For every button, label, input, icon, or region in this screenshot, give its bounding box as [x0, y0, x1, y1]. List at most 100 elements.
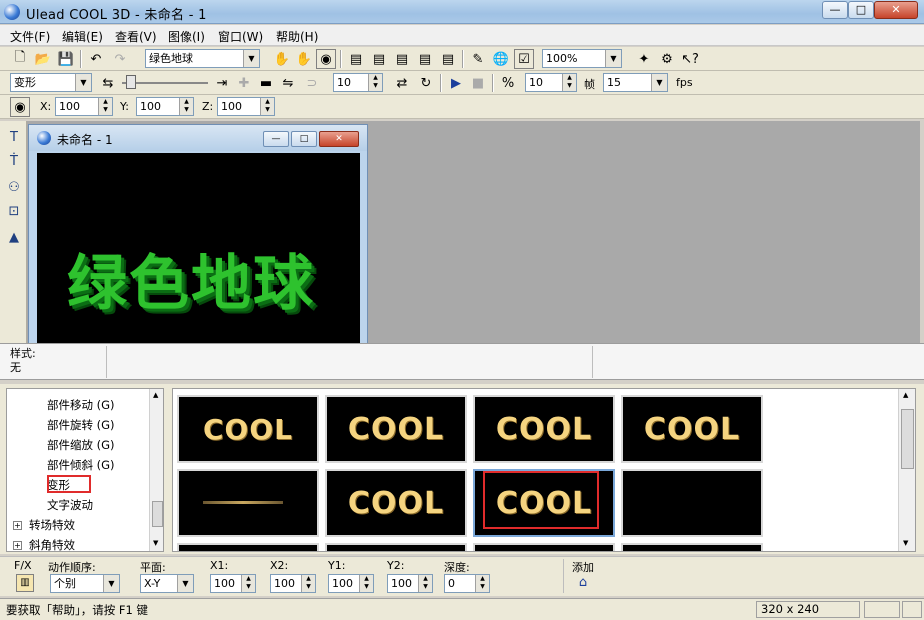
- insert-object-icon[interactable]: ⚇: [4, 177, 24, 197]
- zoom-combo[interactable]: 100% ▼: [542, 49, 622, 68]
- refresh-icon[interactable]: ↻: [416, 73, 436, 93]
- spin-buttons[interactable]: ▲ ▼: [359, 575, 373, 592]
- gallery-thumb[interactable]: [473, 543, 615, 551]
- maximize-button[interactable]: □: [848, 1, 874, 19]
- frame-input[interactable]: 10 ▲ ▼: [333, 73, 383, 92]
- repeat-icon[interactable]: ⇄: [392, 73, 412, 93]
- tree-root-bevel[interactable]: 斜角特效: [29, 537, 75, 551]
- canvas-3d-text[interactable]: 绿色地球: [67, 235, 315, 322]
- render-canvas[interactable]: 绿色地球: [37, 153, 360, 347]
- expand-icon[interactable]: +: [13, 541, 22, 550]
- gallery-thumb[interactable]: COOL: [473, 395, 615, 463]
- rotate-hand-icon[interactable]: ✋: [294, 49, 314, 69]
- gallery-scrollbar[interactable]: ▲ ▼: [898, 389, 915, 551]
- check-box-icon[interactable]: ☑: [514, 49, 534, 69]
- spin-buttons[interactable]: ▲ ▼: [475, 575, 489, 592]
- document-close-button[interactable]: ✕: [319, 131, 359, 147]
- menu-window[interactable]: 窗口(W): [218, 28, 263, 45]
- depth-input[interactable]: 0 ▲ ▼: [444, 574, 490, 593]
- gallery-scroll-thumb[interactable]: [901, 409, 914, 469]
- tree-item-part-rotate[interactable]: 部件旋转 (G): [47, 417, 115, 433]
- gallery-thumb[interactable]: COOL: [325, 469, 467, 537]
- layer-3-icon[interactable]: ▤: [392, 49, 412, 69]
- timeline-slider[interactable]: [122, 75, 208, 91]
- tree-item-text-wave[interactable]: 文字波动: [47, 497, 93, 513]
- fps-combo[interactable]: 15 ▼: [603, 73, 668, 92]
- document-title-bar[interactable]: 未命名 - 1 — □ ✕: [29, 125, 367, 151]
- spin-buttons[interactable]: ▲ ▼: [241, 575, 255, 592]
- tree-item-part-scale[interactable]: 部件缩放 (G): [47, 437, 115, 453]
- loop-icon[interactable]: ⊃: [302, 73, 322, 93]
- x-input[interactable]: 100 ▲ ▼: [55, 97, 113, 116]
- keyframe-arrows-icon[interactable]: ⇆: [98, 73, 118, 93]
- scroll-down-icon[interactable]: ▼: [903, 539, 908, 547]
- spin-buttons[interactable]: ▲ ▼: [301, 575, 315, 592]
- library-icon[interactable]: ⚙: [657, 49, 677, 69]
- target-icon[interactable]: ◉: [316, 49, 336, 69]
- layer-5-icon[interactable]: ▤: [438, 49, 458, 69]
- fx-toggle-icon[interactable]: ▥: [16, 574, 34, 592]
- edit-text-icon[interactable]: Ṫ: [4, 151, 24, 171]
- menu-help[interactable]: 帮助(H): [276, 28, 318, 45]
- gallery-thumb[interactable]: COOL: [325, 395, 467, 463]
- layer-4-icon[interactable]: ▤: [415, 49, 435, 69]
- speed-input[interactable]: 10 ▲ ▼: [525, 73, 577, 92]
- undo-icon[interactable]: ↶: [86, 49, 106, 69]
- save-icon[interactable]: 💾: [56, 49, 76, 69]
- remove-keyframe-icon[interactable]: ▬: [256, 73, 276, 93]
- scroll-up-icon[interactable]: ▲: [903, 391, 908, 399]
- chevron-down-icon[interactable]: ▼: [651, 74, 667, 91]
- spin-buttons[interactable]: ▲ ▼: [98, 98, 112, 115]
- stop-icon[interactable]: ■: [468, 73, 488, 93]
- menu-edit[interactable]: 编辑(E): [62, 28, 103, 45]
- tree-item-part-skew[interactable]: 部件倾斜 (G): [47, 457, 115, 473]
- hand-pan-icon[interactable]: ✋: [272, 49, 292, 69]
- y2-input[interactable]: 100 ▲ ▼: [387, 574, 433, 593]
- document-minimize-button[interactable]: —: [263, 131, 289, 147]
- spin-buttons[interactable]: ▲ ▼: [418, 575, 432, 592]
- help-pointer-icon[interactable]: ↖?: [680, 49, 700, 69]
- spin-buttons[interactable]: ▲ ▼: [368, 74, 382, 91]
- tree-item-part-move[interactable]: 部件移动 (G): [47, 397, 115, 413]
- minimize-button[interactable]: —: [822, 1, 848, 19]
- y-input[interactable]: 100 ▲ ▼: [136, 97, 194, 116]
- text-combo[interactable]: 绿色地球 ▼: [145, 49, 260, 68]
- gallery-thumb[interactable]: [621, 543, 763, 551]
- menu-view[interactable]: 查看(V): [115, 28, 157, 45]
- gallery-thumb[interactable]: [325, 543, 467, 551]
- new-file-icon[interactable]: 🗋: [10, 49, 30, 69]
- globe-icon[interactable]: 🌐: [491, 49, 511, 69]
- menu-image[interactable]: 图像(I): [168, 28, 205, 45]
- scroll-up-icon[interactable]: ▲: [153, 391, 158, 399]
- redo-icon[interactable]: ↷: [110, 49, 130, 69]
- gallery-thumb[interactable]: [177, 469, 319, 537]
- pen-icon[interactable]: ✎: [468, 49, 488, 69]
- spin-buttons[interactable]: ▲ ▼: [562, 74, 576, 91]
- open-file-icon[interactable]: 📂: [33, 49, 53, 69]
- x2-input[interactable]: 100 ▲ ▼: [270, 574, 316, 593]
- y1-input[interactable]: 100 ▲ ▼: [328, 574, 374, 593]
- chevron-down-icon[interactable]: ▼: [103, 575, 119, 592]
- tree-scrollbar[interactable]: ▲ ▼: [149, 389, 163, 551]
- drop-shadow-icon[interactable]: ▲: [4, 227, 24, 247]
- effect-tree[interactable]: 部件移动 (G) 部件旋转 (G) 部件缩放 (G) 部件倾斜 (G) 变形 文…: [6, 388, 164, 552]
- plane-combo[interactable]: X-Y ▼: [140, 574, 194, 593]
- timeline-end-icon[interactable]: ⇥: [212, 73, 232, 93]
- layer-2-icon[interactable]: ▤: [369, 49, 389, 69]
- play-icon[interactable]: ▶: [446, 73, 466, 93]
- z-input[interactable]: 100 ▲ ▼: [217, 97, 275, 116]
- select-object-icon[interactable]: ⊡: [4, 201, 24, 221]
- document-maximize-button[interactable]: □: [291, 131, 317, 147]
- scroll-down-icon[interactable]: ▼: [153, 539, 158, 547]
- chevron-down-icon[interactable]: ▼: [243, 50, 259, 67]
- order-combo[interactable]: 个别 ▼: [50, 574, 120, 593]
- attribute-combo[interactable]: 变形 ▼: [10, 73, 92, 92]
- flip-keyframe-icon[interactable]: ⇋: [278, 73, 298, 93]
- spin-buttons[interactable]: ▲ ▼: [260, 98, 274, 115]
- speed-icon[interactable]: %: [498, 73, 518, 93]
- add-keyframe-icon[interactable]: ✚: [234, 73, 254, 93]
- object-manager-icon[interactable]: ✦: [634, 49, 654, 69]
- tree-root-transition[interactable]: 转场特效: [29, 517, 75, 533]
- gallery-thumb[interactable]: [621, 469, 763, 537]
- gallery-thumb[interactable]: COOL: [177, 395, 319, 463]
